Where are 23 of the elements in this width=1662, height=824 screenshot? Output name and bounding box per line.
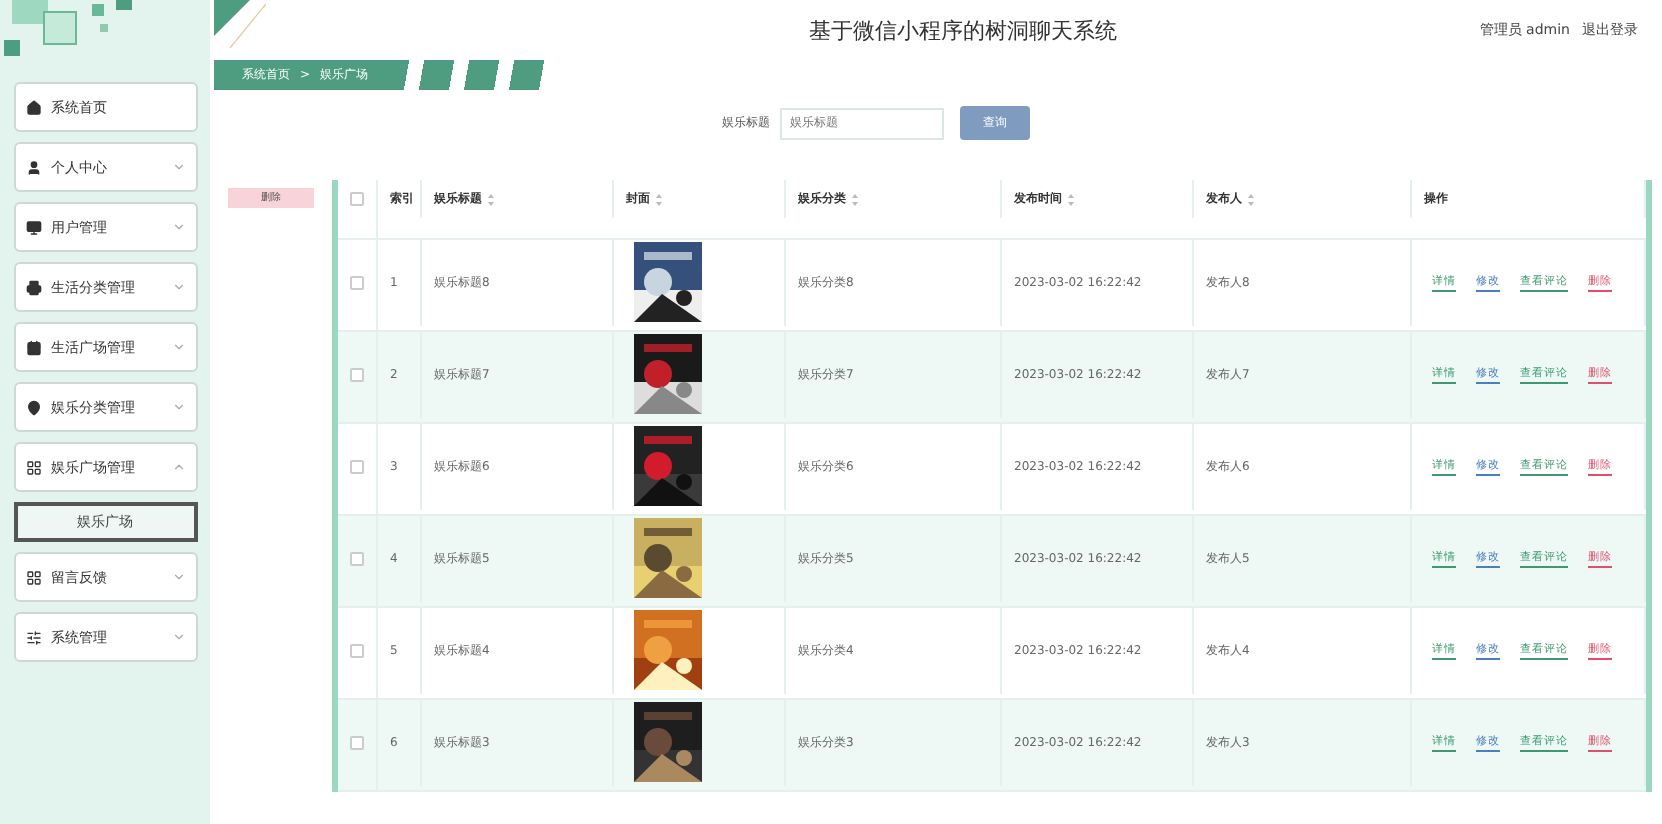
grid-icon xyxy=(25,459,41,475)
sort-icon[interactable] xyxy=(1068,193,1074,205)
checkbox[interactable] xyxy=(350,275,364,290)
sort-icon[interactable] xyxy=(1248,193,1254,205)
sort-icon[interactable] xyxy=(852,193,858,205)
grid-icon xyxy=(25,569,41,585)
sort-icon[interactable] xyxy=(488,193,494,205)
printer-icon xyxy=(25,279,41,295)
pin-icon xyxy=(25,399,41,415)
checkbox[interactable] xyxy=(350,735,364,750)
monitor-icon xyxy=(25,219,41,235)
calendar-icon xyxy=(25,339,41,355)
checkbox[interactable] xyxy=(350,192,364,206)
checkbox[interactable] xyxy=(350,367,364,382)
checkbox[interactable] xyxy=(350,643,364,658)
system-title: 基于微信小程序的树洞聊天系统 xyxy=(806,15,1119,45)
sort-icon[interactable] xyxy=(656,193,662,205)
checkbox[interactable] xyxy=(350,459,364,474)
stripe-icon xyxy=(214,0,266,48)
home-icon xyxy=(25,99,41,115)
sliders-icon xyxy=(25,629,41,645)
user-icon xyxy=(25,159,41,175)
checkbox[interactable] xyxy=(350,551,364,566)
